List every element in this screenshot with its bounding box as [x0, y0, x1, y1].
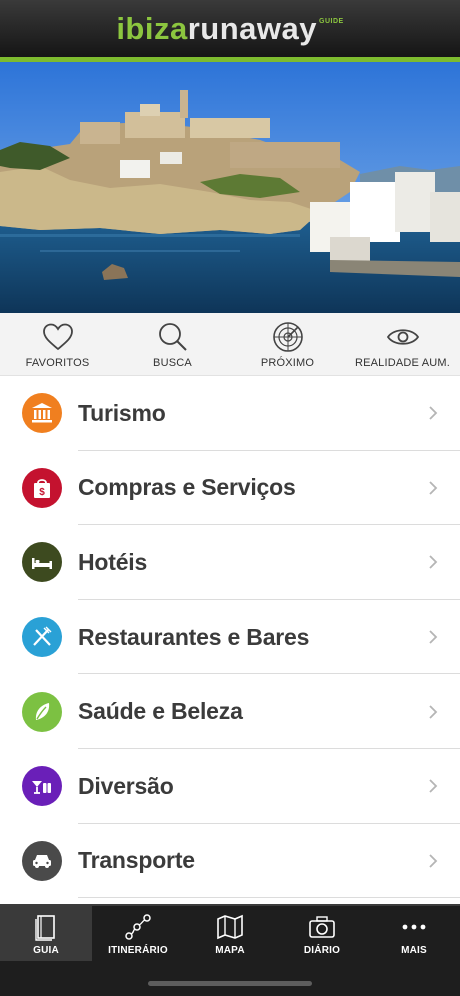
category-icon-circle: $	[22, 467, 62, 508]
category-icon-circle	[22, 617, 62, 658]
tab-mapa[interactable]: MAPA	[184, 906, 276, 961]
tab-label: ITINERÁRIO	[108, 945, 168, 956]
category-row-transporte[interactable]: Transporte	[0, 824, 460, 899]
bottom-navigation: GUIA ITINERÁRIO MAPA DIÁRIO MAIS	[0, 904, 460, 996]
heart-icon	[42, 323, 73, 351]
search-icon	[158, 323, 187, 351]
book-icon	[35, 915, 55, 941]
category-icon-circle	[22, 542, 62, 583]
hero-image	[0, 62, 460, 313]
museum-icon	[32, 403, 52, 423]
map-icon	[217, 914, 243, 940]
category-label: Diversão	[78, 772, 174, 799]
car-icon	[33, 854, 51, 868]
app-logo: ibiza runaway GUIDE	[116, 11, 343, 47]
search-button[interactable]: BUSCA	[115, 313, 230, 375]
category-label: Transporte	[78, 847, 195, 874]
logo-part2: runaway	[187, 10, 317, 46]
chevron-right-icon	[429, 630, 438, 644]
category-label: Hotéis	[78, 548, 148, 575]
svg-text:$: $	[39, 487, 45, 498]
chevron-right-icon	[429, 779, 438, 793]
category-icon-circle	[22, 691, 62, 732]
category-row-turismo[interactable]: Turismo	[0, 376, 460, 451]
camera-icon	[309, 916, 335, 938]
route-icon	[125, 914, 151, 940]
category-row-diversao[interactable]: Diversão	[0, 749, 460, 824]
chevron-right-icon	[429, 406, 438, 420]
augmented-reality-label: REALIDADE AUM.	[354, 357, 451, 369]
nearby-label: PRÓXIMO	[260, 357, 315, 369]
category-label: Restaurantes e Bares	[78, 623, 310, 650]
tab-itinerario[interactable]: ITINERÁRIO	[92, 906, 184, 961]
tab-label: MAIS	[401, 945, 427, 956]
fork-knife-icon	[33, 626, 52, 646]
app-header: ibiza runaway GUIDE	[0, 0, 460, 57]
logo-part1: ibiza	[116, 10, 188, 46]
category-label: Turismo	[78, 399, 166, 426]
tab-label: GUIA	[33, 945, 59, 956]
category-row-compras[interactable]: $ Compras e Serviços	[0, 451, 460, 526]
tab-label: MAPA	[215, 945, 245, 956]
category-label: Saúde e Beleza	[78, 698, 243, 725]
favorites-label: FAVORITOS	[25, 357, 90, 369]
chevron-right-icon	[429, 555, 438, 570]
category-row-hoteis[interactable]: Hotéis	[0, 525, 460, 600]
bed-icon	[32, 558, 52, 570]
category-icon-circle	[22, 766, 62, 807]
chevron-right-icon	[429, 481, 438, 495]
tab-mais[interactable]: MAIS	[368, 906, 460, 961]
more-icon	[402, 924, 426, 930]
category-icon-circle	[22, 840, 62, 881]
eye-icon	[386, 329, 419, 345]
row-divider	[78, 897, 460, 899]
category-icon-circle	[22, 393, 62, 434]
tab-diario[interactable]: DIÁRIO	[276, 906, 368, 961]
shopping-bag-icon: $	[34, 478, 50, 498]
category-list: Turismo $ Compras e Serviços Hotéis Rest…	[0, 376, 460, 899]
logo-tag: GUIDE	[319, 17, 344, 25]
quick-actions-bar: FAVORITOS BUSCA PRÓXIMO REALIDADE AUM.	[0, 313, 460, 376]
leaf-icon	[35, 702, 50, 720]
tab-guia[interactable]: GUIA	[0, 906, 92, 961]
category-row-restaurantes[interactable]: Restaurantes e Bares	[0, 600, 460, 675]
chevron-right-icon	[429, 854, 438, 868]
chevron-right-icon	[429, 705, 438, 719]
radar-icon	[272, 322, 303, 352]
category-row-saude[interactable]: Saúde e Beleza	[0, 674, 460, 749]
cocktail-icon	[32, 781, 51, 795]
nearby-button[interactable]: PRÓXIMO	[230, 313, 345, 375]
augmented-reality-button[interactable]: REALIDADE AUM.	[345, 313, 460, 375]
tab-label: DIÁRIO	[303, 945, 341, 956]
search-label: BUSCA	[153, 357, 192, 369]
favorites-button[interactable]: FAVORITOS	[0, 313, 115, 375]
home-indicator	[148, 981, 312, 986]
category-label: Compras e Serviços	[78, 474, 296, 501]
